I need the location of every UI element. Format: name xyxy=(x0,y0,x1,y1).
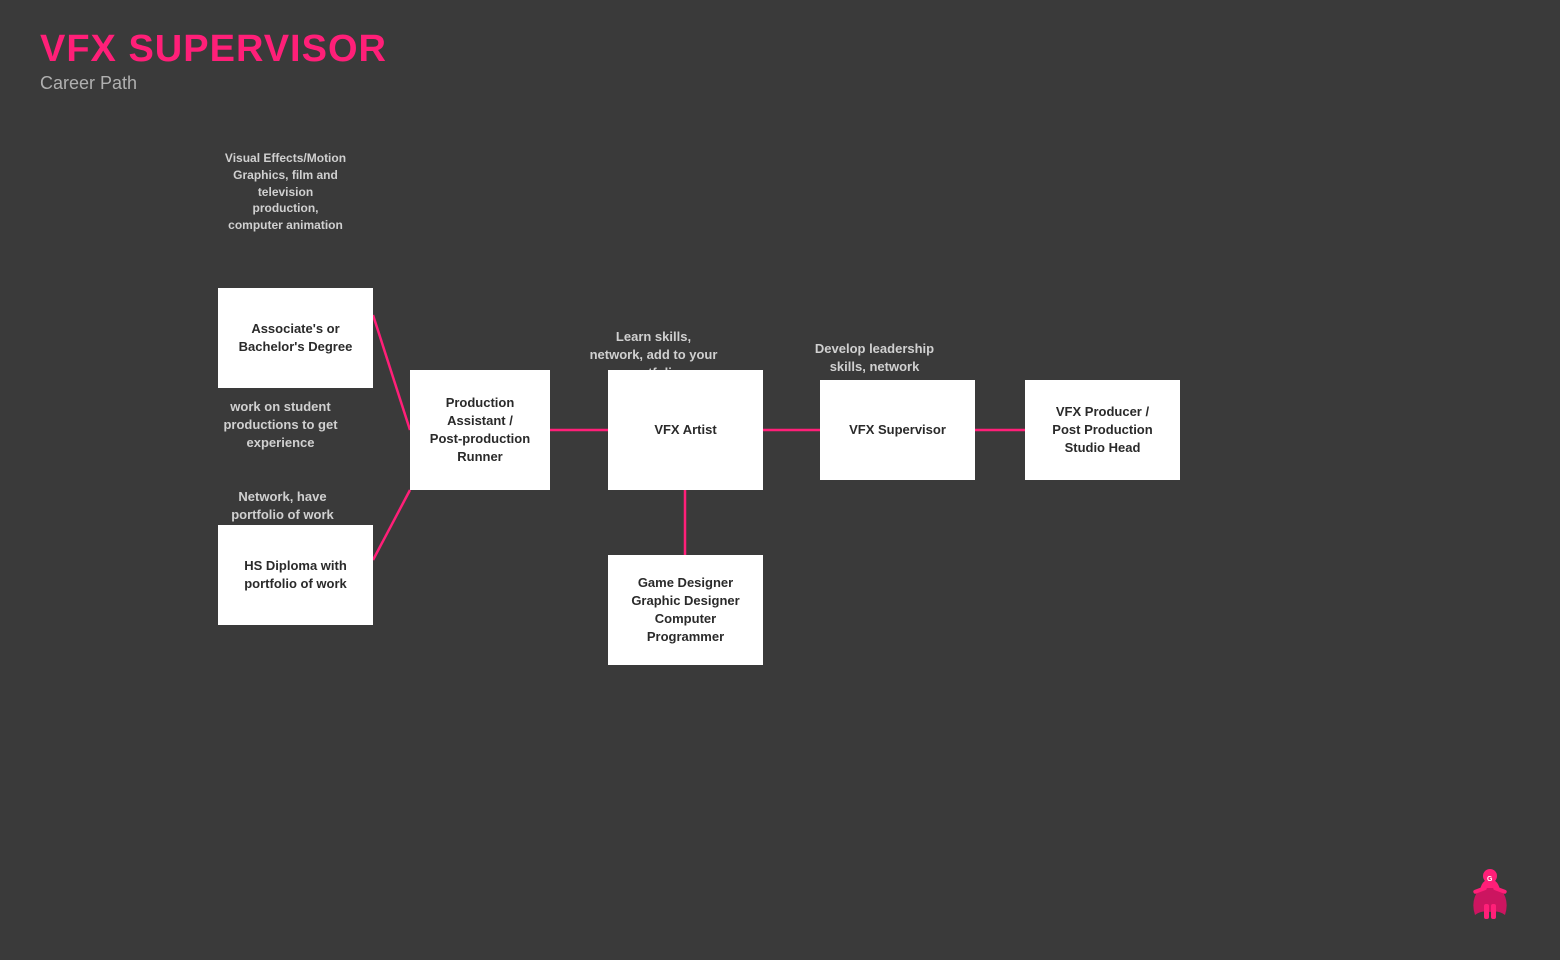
vfx-supervisor-label: VFX Supervisor xyxy=(849,421,946,439)
svg-text:G: G xyxy=(1487,876,1493,883)
network-label: Network, haveportfolio of work xyxy=(205,488,360,524)
vfx-artist-label: VFX Artist xyxy=(654,421,716,439)
hs-diploma-box: HS Diploma withportfolio of work xyxy=(218,525,373,625)
page-title: VFX SUPERVISOR xyxy=(40,28,387,71)
career-diagram: Visual Effects/MotionGraphics, film andt… xyxy=(0,140,1560,840)
degree-box: Associate's orBachelor's Degree xyxy=(218,288,373,388)
develop-label: Develop leadershipskills, network xyxy=(782,340,967,376)
production-box: ProductionAssistant /Post-productionRunn… xyxy=(410,370,550,490)
alt-careers-box: Game DesignerGraphic DesignerComputerPro… xyxy=(608,555,763,665)
production-label: ProductionAssistant /Post-productionRunn… xyxy=(430,394,530,467)
hs-diploma-label: HS Diploma withportfolio of work xyxy=(244,557,347,593)
work-label: work on studentproductions to getexperie… xyxy=(198,398,363,453)
vfx-supervisor-box: VFX Supervisor xyxy=(820,380,975,480)
header: VFX SUPERVISOR Career Path xyxy=(40,28,387,94)
vfx-artist-box: VFX Artist xyxy=(608,370,763,490)
vfx-producer-label: VFX Producer /Post ProductionStudio Head xyxy=(1052,403,1152,458)
mascot-icon: G xyxy=(1460,860,1520,930)
vfx-producer-box: VFX Producer /Post ProductionStudio Head xyxy=(1025,380,1180,480)
degree-box-label: Associate's orBachelor's Degree xyxy=(239,320,353,356)
logo: G xyxy=(1460,860,1520,930)
alt-careers-label: Game DesignerGraphic DesignerComputerPro… xyxy=(631,574,739,647)
study-label: Visual Effects/MotionGraphics, film andt… xyxy=(198,150,373,234)
page-subtitle: Career Path xyxy=(40,73,387,94)
